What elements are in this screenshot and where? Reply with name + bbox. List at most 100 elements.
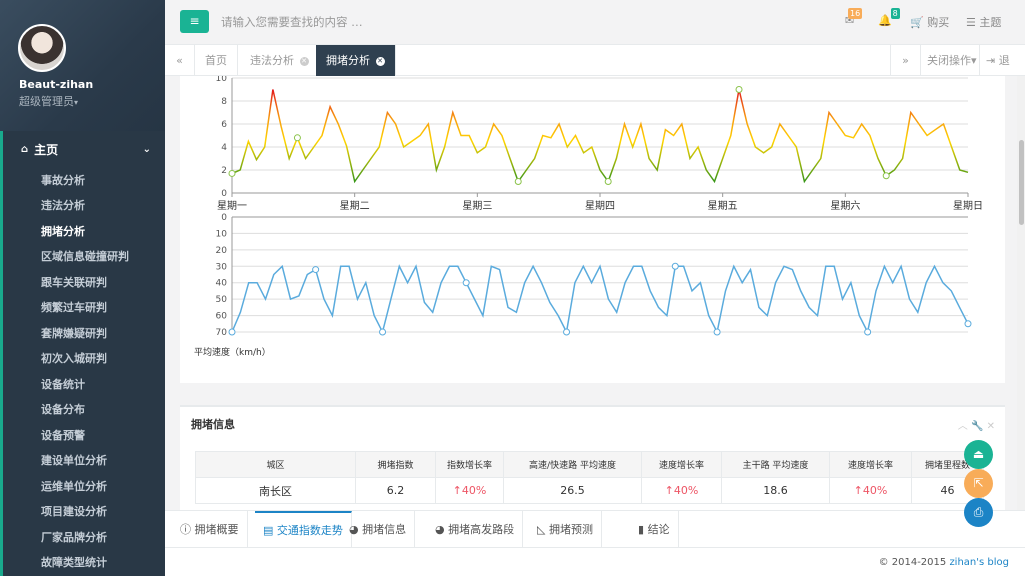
tab-congestion-label: 拥堵分析	[326, 54, 370, 67]
main-content: 0 2 4 6 8 10 星期一 星期二 星期三 星期四 星期五 星期六 星期日 0 10 20 30 40 50 6…	[165, 76, 1017, 510]
bottom-tab-label: 交通指数走势	[276, 524, 343, 537]
export-fab-button[interactable]: ⇱	[964, 469, 993, 498]
y-tick-label: 30	[216, 262, 228, 272]
sidebar-item[interactable]: 事故分析	[3, 167, 165, 193]
bottom-tab[interactable]: ◕ 拥堵高发路段	[427, 511, 524, 548]
pie-chart-icon: ◕	[349, 523, 363, 536]
eject-fab-button[interactable]: ⏏	[964, 440, 993, 469]
chart-panel: 0 2 4 6 8 10 星期一 星期二 星期三 星期四 星期五 星期六 星期日 0 10 20 30 40 50 6…	[180, 76, 1005, 383]
panel-title: 拥堵信息	[191, 418, 235, 431]
caret-down-icon: ▾	[971, 54, 977, 67]
bottom-tab-label: 拥堵信息	[362, 523, 407, 536]
mail-button[interactable]: ✉ 16	[845, 8, 863, 27]
mail-count-badge: 16	[848, 8, 863, 19]
table-header-cell: 速度增长率	[641, 451, 722, 478]
sidebar-item[interactable]: 项目建设分析	[3, 499, 165, 525]
bell-icon: 🔔	[878, 14, 892, 27]
sidebar-item[interactable]: 厂家品牌分析	[3, 524, 165, 550]
caret-down-icon: ▾	[74, 98, 79, 107]
nav-home-label: 主页	[34, 142, 59, 157]
bottom-tab[interactable]: ▮ 结论	[630, 511, 679, 548]
bottom-tab[interactable]: ▤ 交通指数走势	[255, 511, 352, 548]
tab-violation[interactable]: 违法分析 ✕	[240, 45, 320, 76]
x-tick-label: 星期五	[708, 200, 738, 212]
user-role-dropdown[interactable]: 超级管理员▾	[19, 93, 78, 109]
panel-tools: ︿ 🔧 ✕	[958, 417, 995, 432]
user-role: 超级管理员	[19, 95, 74, 108]
close-icon[interactable]: ✕	[299, 56, 309, 66]
top-navbar: ≡ 请输入您需要查找的内容 … ✉ 16 🔔 8 🛒 购买 ☰ 主题	[165, 0, 1025, 45]
data-point	[312, 266, 320, 274]
data-point	[228, 169, 236, 177]
scrollbar-thumb[interactable]	[1019, 140, 1024, 225]
x-tick-label: 星期二	[340, 200, 370, 212]
search-input[interactable]: 请输入您需要查找的内容 …	[221, 14, 363, 30]
user-name: Beaut-zihan	[19, 78, 94, 91]
tab-home[interactable]: 首页	[195, 45, 238, 76]
footer: © 2014-2015 zihan's blog	[165, 547, 1025, 576]
y-tick-label: 10	[216, 229, 228, 239]
bottom-tab-label: 结论	[647, 523, 670, 536]
tabs-scroll-right-button[interactable]: »	[890, 45, 920, 76]
sidebar-item[interactable]: 频繁过车研判	[3, 295, 165, 321]
bottom-tab[interactable]: ⓘ 拥堵概要	[172, 511, 248, 548]
data-point	[671, 262, 679, 270]
sidebar-item[interactable]: 故障类型统计	[3, 550, 165, 576]
buy-button[interactable]: 🛒 购买	[910, 14, 949, 30]
profile-panel: Beaut-zihan 超级管理员▾	[0, 0, 165, 132]
sidebar-item[interactable]: 套牌嫌疑研判	[3, 320, 165, 346]
table-header-cell: 城区	[195, 451, 356, 478]
print-fab-button[interactable]: ⎙	[964, 498, 993, 527]
sidebar-item[interactable]: 建设单位分析	[3, 448, 165, 474]
wrench-icon[interactable]: 🔧	[971, 421, 983, 432]
y-tick-label: 10	[216, 76, 228, 84]
sidebar-item[interactable]: 跟车关联研判	[3, 269, 165, 295]
sidebar-item[interactable]: 设备分布	[3, 397, 165, 423]
menu-toggle-button[interactable]: ≡	[180, 10, 209, 33]
nav-menu: ⌂ 主页 ⌄ 事故分析 违法分析 拥堵分析 区域信息碰撞研判 跟车关联研判 频繁过车研判套…	[0, 131, 165, 576]
data-point	[379, 328, 387, 336]
home-icon: ⌂	[21, 143, 29, 155]
data-point	[293, 134, 301, 142]
theme-button[interactable]: ☰ 主题	[966, 14, 1001, 30]
data-point	[462, 279, 470, 287]
sidebar-item[interactable]: 初次入城研判	[3, 346, 165, 372]
y-tick-label: 70	[216, 328, 228, 338]
tab-congestion[interactable]: 拥堵分析 ✕	[316, 45, 396, 76]
table-header-cell: 拥堵指数	[355, 451, 436, 478]
bell-count-badge: 8	[890, 8, 900, 19]
close-icon[interactable]: ✕	[375, 56, 385, 66]
footer-brand-link[interactable]: zihan's blog	[949, 557, 1009, 568]
sidebar-item[interactable]: 区域信息碰撞研判	[3, 244, 165, 270]
collapse-icon[interactable]: ︿	[958, 421, 968, 432]
bottom-tab[interactable]: ◺ 拥堵预测	[529, 511, 602, 548]
bottom-tab[interactable]: ◕ 拥堵信息	[341, 511, 416, 548]
sidebar-item[interactable]: 拥堵分析	[3, 218, 165, 244]
y-tick-label: 40	[216, 279, 228, 289]
data-point	[964, 320, 972, 328]
sidebar-item[interactable]: 运维单位分析	[3, 473, 165, 499]
notification-button[interactable]: 🔔 8	[878, 8, 900, 27]
data-point	[563, 328, 571, 336]
data-point	[713, 328, 721, 336]
x-tick-label: 星期一	[217, 200, 247, 212]
x-tick-label: 星期六	[830, 200, 860, 212]
nav-home[interactable]: ⌂ 主页 ⌄	[3, 131, 165, 167]
logout-button[interactable]: ⇥ 退出	[979, 45, 1025, 98]
close-ops-dropdown[interactable]: 关闭操作▾	[920, 45, 983, 76]
bottom-tab-label: 拥堵概要	[194, 523, 239, 536]
x-tick-label: 星期日	[953, 200, 983, 212]
tabs-scroll-left-button[interactable]: «	[165, 45, 195, 76]
list-alt-icon: ▤	[263, 524, 277, 537]
sidebar-item[interactable]: 违法分析	[3, 193, 165, 219]
sidebar-item[interactable]: 设备预警	[3, 422, 165, 448]
cart-icon: 🛒	[910, 16, 924, 29]
hamburger-icon: ≡	[189, 14, 200, 28]
page-tabs-bar: « 首页 违法分析 ✕ 拥堵分析 ✕ » 关闭操作▾ ⇥ 退出	[165, 45, 1025, 98]
sidebar-item[interactable]: 设备统计	[3, 371, 165, 397]
eject-icon: ⏏	[972, 447, 985, 461]
close-icon[interactable]: ✕	[987, 421, 995, 432]
chevron-down-icon: ⌄	[142, 143, 151, 155]
avatar[interactable]	[18, 24, 66, 72]
data-point	[882, 172, 890, 180]
